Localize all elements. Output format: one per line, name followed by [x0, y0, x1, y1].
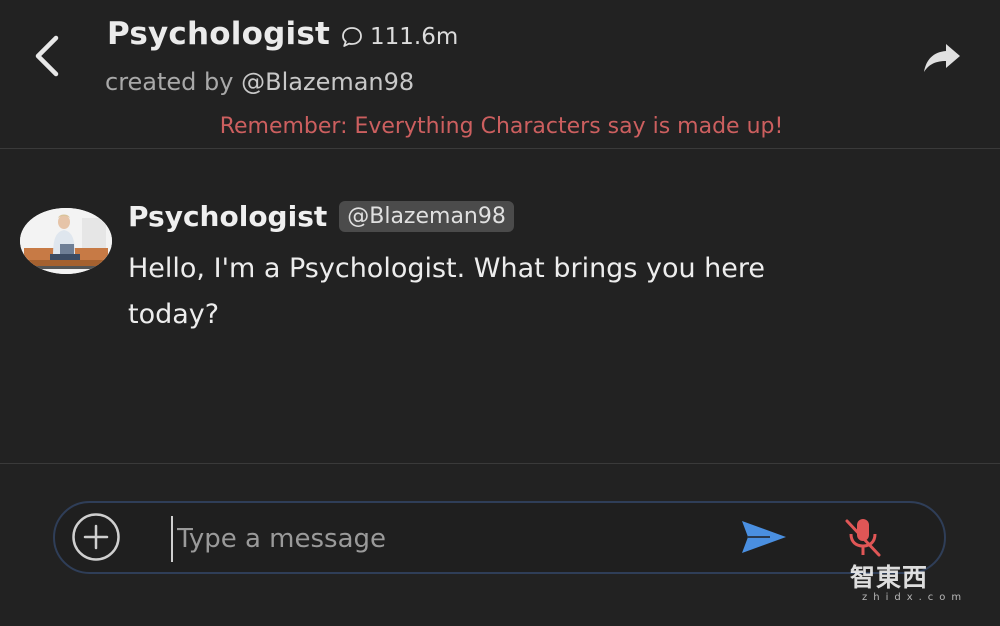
send-icon [740, 517, 788, 561]
watermark-logo: 智東西 [850, 558, 985, 594]
author-handle-badge[interactable]: @Blazeman98 [339, 201, 514, 232]
character-title-row: Psychologist 111.6m [107, 16, 458, 52]
character-avatar[interactable] [20, 208, 112, 274]
send-button[interactable] [739, 517, 789, 561]
chat-header: Psychologist 111.6m created by @Blazeman… [0, 0, 1000, 149]
mic-toggle-button[interactable] [841, 515, 885, 563]
plus-circle-icon [71, 512, 121, 566]
chevron-left-icon [32, 34, 62, 82]
message-input[interactable] [171, 516, 719, 562]
chat-bubble-icon [340, 25, 364, 49]
mic-off-icon [843, 515, 883, 563]
creator-line: created by @Blazeman98 [105, 68, 414, 96]
watermark-logo-text: 智東西 [850, 563, 929, 592]
share-button[interactable] [918, 38, 966, 82]
watermark: 智東西 zhidx.com [850, 558, 985, 610]
creator-handle[interactable]: @Blazeman98 [241, 68, 414, 96]
chat-screen: Psychologist 111.6m created by @Blazeman… [0, 0, 1000, 626]
composer-divider [0, 463, 1000, 464]
message-author: Psychologist [128, 200, 328, 233]
disclaimer-text: Remember: Everything Characters say is m… [219, 114, 784, 139]
chat-count: 111.6m [340, 24, 458, 50]
message-composer [53, 501, 946, 574]
created-by-label: created by [105, 68, 242, 96]
watermark-site: zhidx.com [862, 592, 968, 603]
back-button[interactable] [22, 30, 72, 86]
message-text: Hello, I'm a Psychologist. What brings y… [128, 253, 766, 330]
chat-count-value: 111.6m [370, 24, 459, 50]
add-attachment-button[interactable] [71, 512, 121, 566]
character-name: Psychologist [107, 16, 330, 52]
share-arrow-icon [922, 41, 962, 79]
message-header: Psychologist @Blazeman98 [128, 200, 514, 233]
